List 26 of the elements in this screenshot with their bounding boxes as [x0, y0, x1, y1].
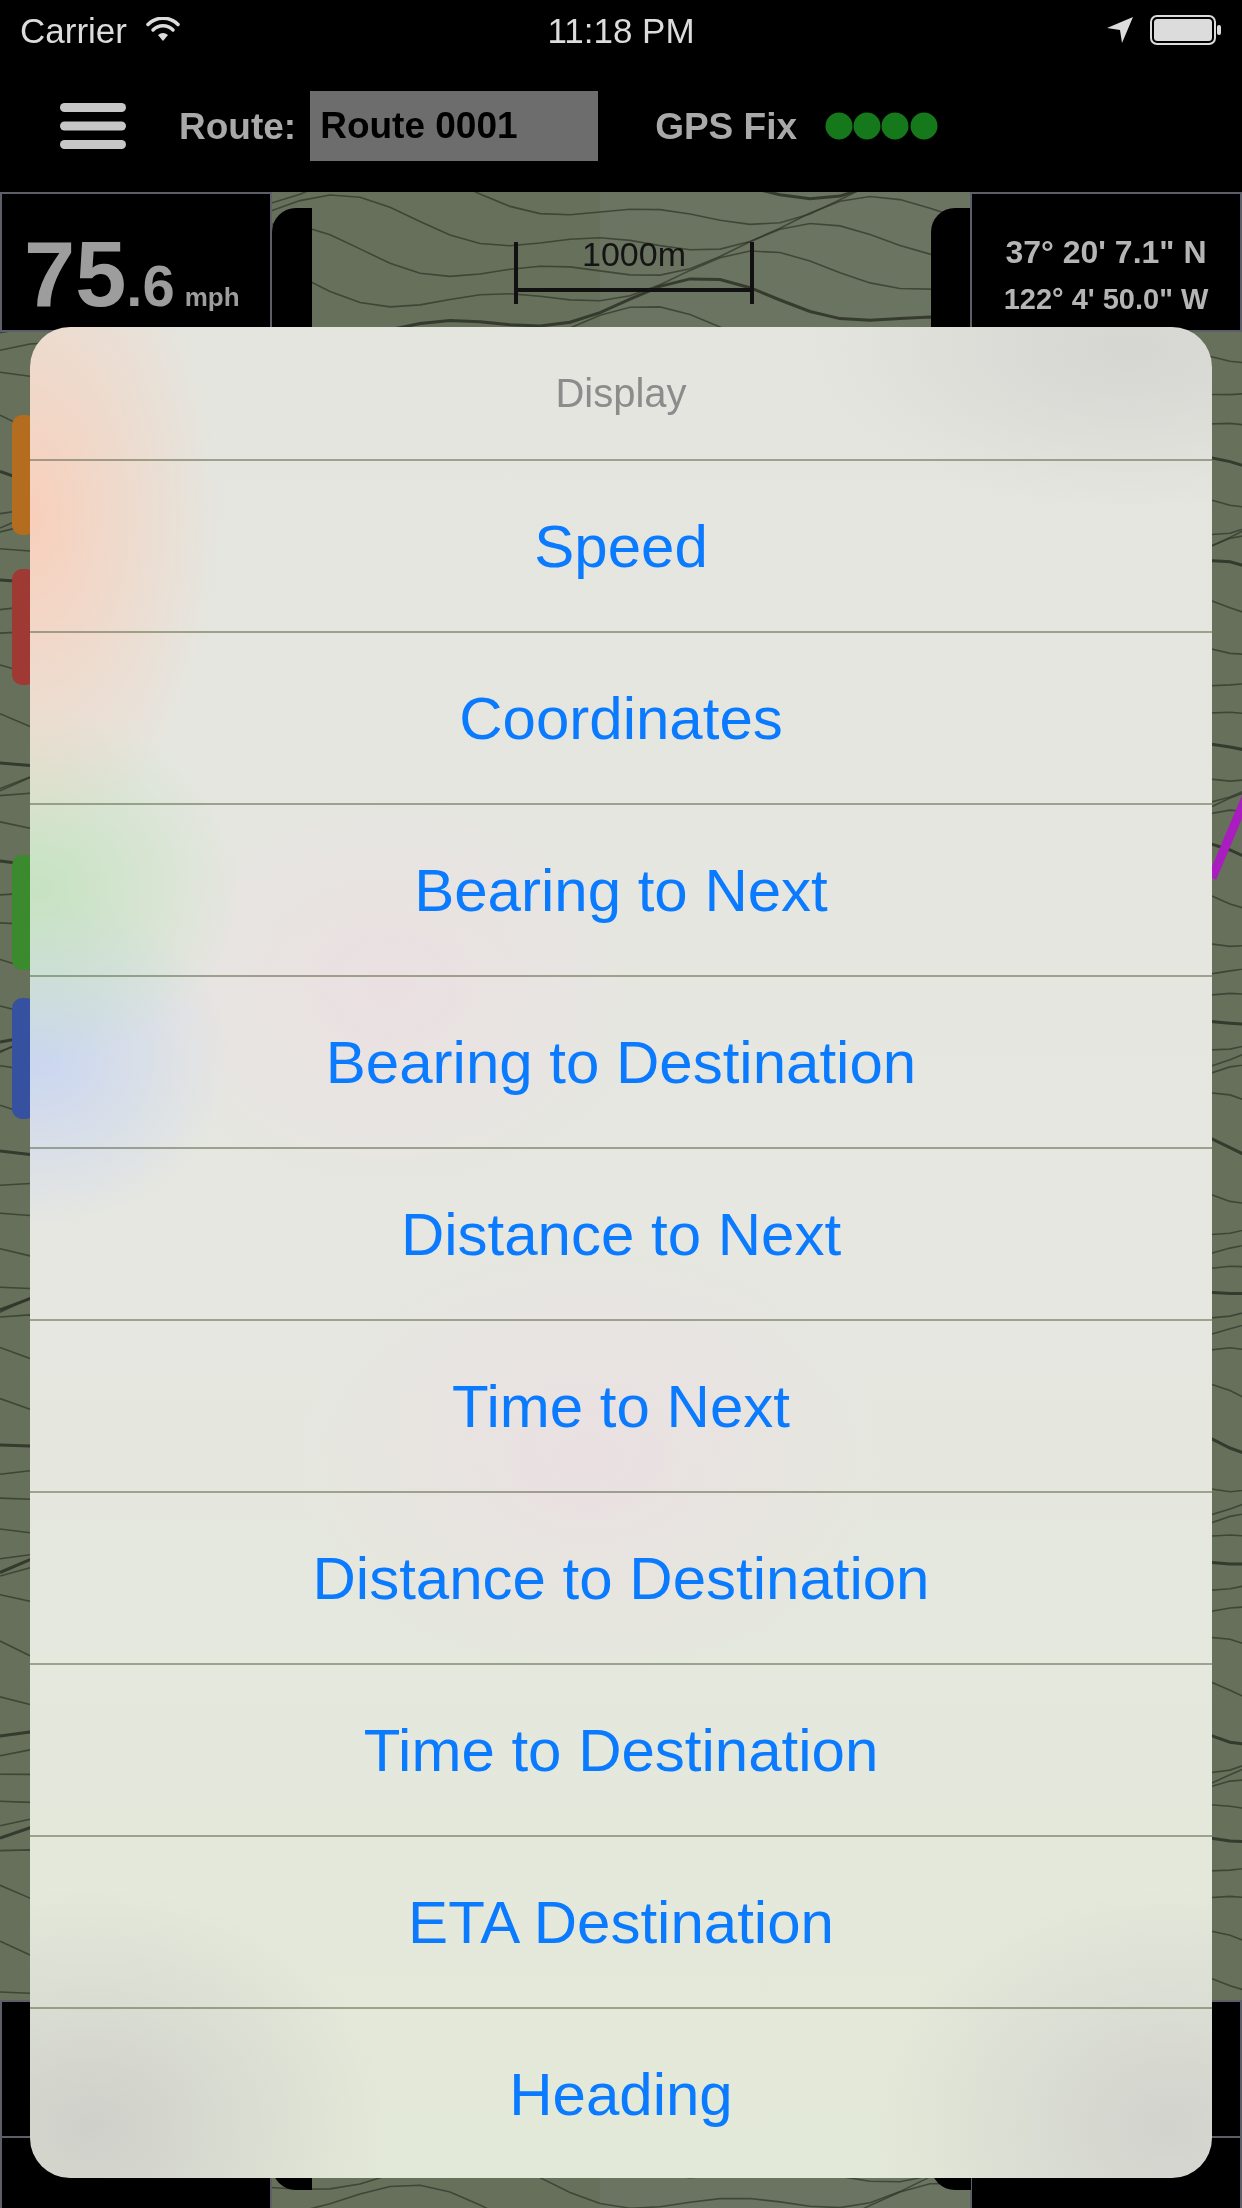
sheet-title: Display [554, 369, 688, 417]
sheet-option[interactable]: Distance to Next [30, 1147, 1212, 1319]
speed-unit: mph [184, 284, 240, 310]
speed-reading: 75.6 [24, 228, 175, 320]
latitude-text: 37° 20' 7.1" N [1005, 233, 1207, 272]
menu-icon[interactable] [60, 103, 126, 149]
longitude-text: 122° 4' 50.0" W [1003, 282, 1209, 317]
gps-fix-label: GPS Fix [655, 107, 798, 145]
carrier-label: Carrier [20, 12, 127, 48]
battery-icon [1150, 15, 1222, 45]
sheet-option[interactable]: Bearing to Next [30, 803, 1212, 975]
sheet-option[interactable]: Bearing to Destination [30, 975, 1212, 1147]
sheet-option[interactable]: Time to Destination [30, 1663, 1212, 1835]
sheet-option[interactable]: ETA Destination [30, 1835, 1212, 2007]
sheet-option[interactable]: Coordinates [30, 631, 1212, 803]
sheet-option[interactable]: Distance to Destination [30, 1491, 1212, 1663]
wifi-icon [144, 17, 181, 43]
status-time: 11:18 PM [547, 12, 695, 48]
gps-signal-icon [825, 112, 939, 140]
route-label: Route: [179, 107, 297, 145]
location-arrow-icon [1106, 16, 1134, 44]
sheet-option[interactable]: Time to Next [30, 1319, 1212, 1491]
scale-label: 1000m [582, 236, 686, 274]
sheet-option[interactable]: Speed [30, 459, 1212, 631]
sheet-option[interactable]: Heading [30, 2007, 1212, 2178]
route-field[interactable]: Route 0001 [310, 91, 599, 161]
